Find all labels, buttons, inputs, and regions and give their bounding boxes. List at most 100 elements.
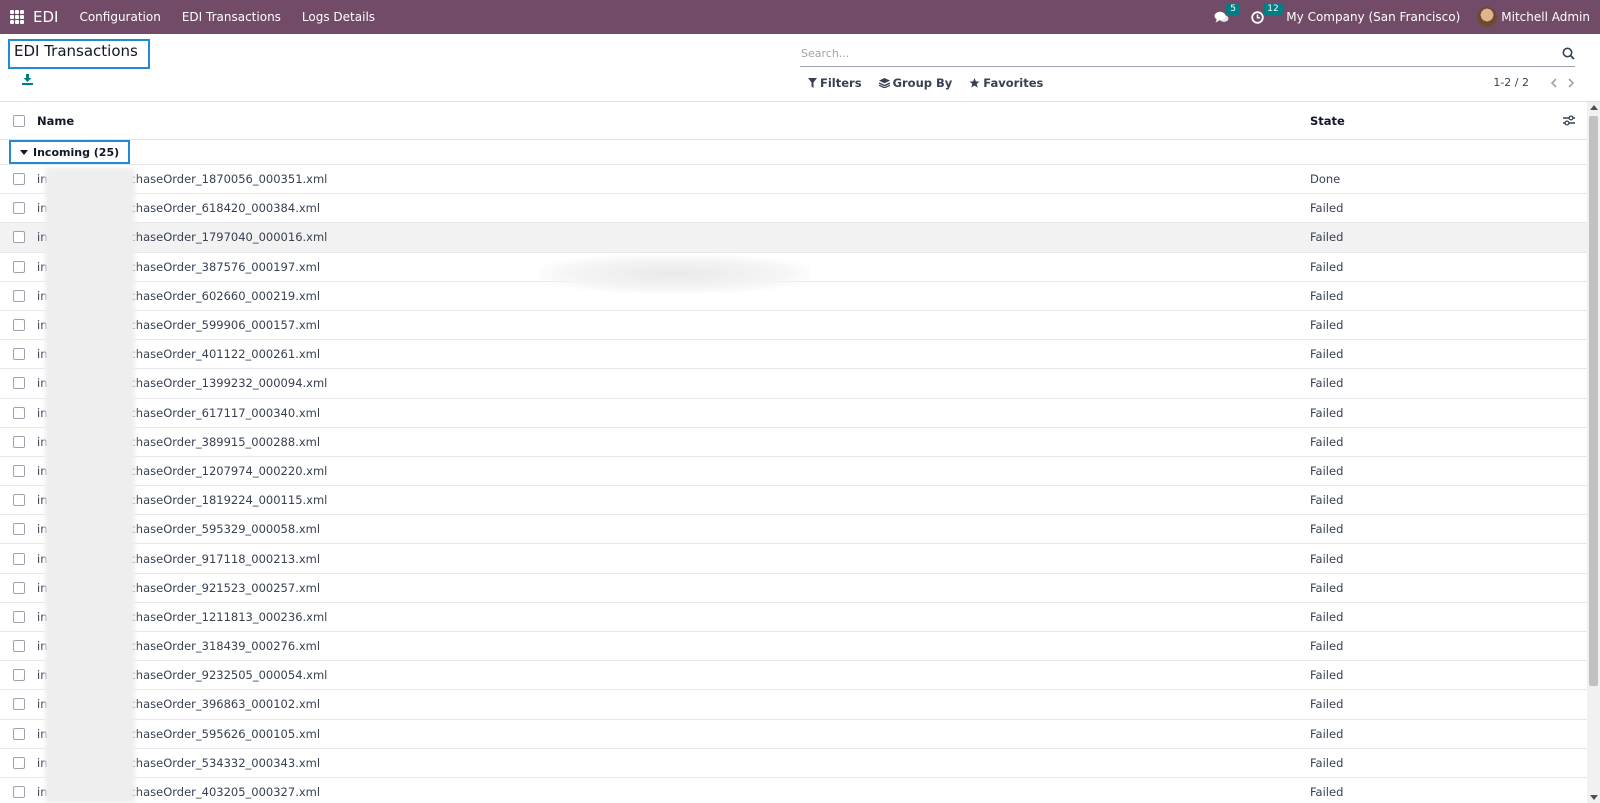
avatar[interactable] — [1477, 7, 1498, 27]
table-row[interactable]: in chaseOrder_1207974_000220.xml Failed — [0, 457, 1587, 487]
table-row[interactable]: in chaseOrder_9232505_000054.xml Failed — [0, 661, 1587, 691]
chevron-right-icon[interactable] — [1567, 77, 1575, 88]
table-row[interactable]: in chaseOrder_318439_000276.xml Failed — [0, 632, 1587, 662]
row-state: Failed — [1310, 551, 1344, 566]
search-icon[interactable] — [1562, 47, 1575, 60]
row-state: Failed — [1310, 347, 1344, 362]
row-checkbox[interactable] — [13, 202, 25, 215]
row-checkbox[interactable] — [13, 727, 25, 740]
table-row[interactable]: in chaseOrder_1797040_000016.xml Failed — [0, 223, 1587, 253]
row-state: Failed — [1310, 639, 1344, 654]
control-panel: EDI Transactions Filters Group By — [0, 34, 1600, 102]
chevron-left-icon[interactable] — [1550, 77, 1558, 88]
row-name-suffix: chaseOrder_595626_000105.xml — [129, 726, 321, 741]
group-by-label: Group By — [892, 76, 953, 90]
pager-value[interactable]: 1-2 / 2 — [1493, 76, 1529, 89]
row-checkbox[interactable] — [13, 173, 25, 186]
table-row[interactable]: in chaseOrder_1819224_000115.xml Failed — [0, 486, 1587, 516]
row-checkbox[interactable] — [13, 406, 25, 419]
column-header-name[interactable]: Name — [37, 114, 74, 128]
row-name-suffix: chaseOrder_1819224_000115.xml — [129, 493, 328, 508]
menu-configuration[interactable]: Configuration — [79, 10, 160, 24]
column-settings-icon[interactable] — [1563, 115, 1575, 126]
list-view: Name State Incoming (25) in chaseOrder_18… — [0, 102, 1587, 803]
scrollbar[interactable] — [1587, 102, 1600, 803]
redacted-overlay — [45, 168, 135, 803]
group-row-incoming[interactable]: Incoming (25) — [0, 140, 1587, 165]
row-state: Failed — [1310, 580, 1344, 595]
user-menu[interactable]: Mitchell Admin — [1501, 10, 1590, 24]
download-icon[interactable] — [22, 74, 33, 85]
row-name-suffix: chaseOrder_599906_000157.xml — [129, 318, 321, 333]
row-checkbox[interactable] — [13, 669, 25, 682]
row-checkbox[interactable] — [13, 610, 25, 623]
row-state: Failed — [1310, 609, 1344, 624]
row-checkbox[interactable] — [13, 494, 25, 507]
scroll-down-arrow[interactable] — [1590, 795, 1598, 800]
row-state: Failed — [1310, 434, 1344, 449]
select-all-checkbox[interactable] — [13, 114, 25, 127]
column-header-state[interactable]: State — [1310, 114, 1345, 128]
company-switcher[interactable]: My Company (San Francisco) — [1286, 10, 1460, 24]
row-checkbox[interactable] — [13, 698, 25, 711]
row-checkbox[interactable] — [13, 581, 25, 594]
activities-badge: 12 — [1263, 2, 1283, 15]
table-row[interactable]: in chaseOrder_1870056_000351.xml Done — [0, 165, 1587, 195]
activities-button[interactable]: 12 — [1251, 2, 1283, 24]
row-state: Failed — [1310, 522, 1344, 537]
row-checkbox[interactable] — [13, 552, 25, 565]
table-row[interactable]: in chaseOrder_599906_000157.xml Failed — [0, 311, 1587, 341]
table-row[interactable]: in chaseOrder_595329_000058.xml Failed — [0, 515, 1587, 545]
row-name-suffix: chaseOrder_534332_000343.xml — [129, 755, 321, 770]
table-row[interactable]: in chaseOrder_618420_000384.xml Failed — [0, 194, 1587, 224]
row-state: Failed — [1310, 463, 1344, 478]
row-checkbox[interactable] — [13, 464, 25, 477]
row-checkbox[interactable] — [13, 231, 25, 244]
row-checkbox[interactable] — [13, 786, 25, 799]
row-checkbox[interactable] — [13, 377, 25, 390]
table-row[interactable]: in chaseOrder_389915_000288.xml Failed — [0, 428, 1587, 457]
menu-logs-details[interactable]: Logs Details — [302, 10, 375, 24]
table-row[interactable]: in chaseOrder_401122_000261.xml Failed — [0, 340, 1587, 370]
table-row[interactable]: in chaseOrder_921523_000257.xml Failed — [0, 574, 1587, 603]
table-row[interactable]: in chaseOrder_595626_000105.xml Failed — [0, 720, 1587, 749]
row-state: Failed — [1310, 201, 1344, 216]
favorites-button[interactable]: Favorites — [969, 76, 1043, 90]
apps-grid-icon[interactable] — [10, 10, 24, 24]
table-row[interactable]: in chaseOrder_917118_000213.xml Failed — [0, 544, 1587, 574]
row-name-suffix: chaseOrder_595329_000058.xml — [129, 522, 321, 537]
row-checkbox[interactable] — [13, 260, 25, 273]
messages-button[interactable]: 5 — [1214, 2, 1241, 24]
table-row[interactable]: in chaseOrder_1211813_000236.xml Failed — [0, 603, 1587, 632]
row-checkbox[interactable] — [13, 319, 25, 332]
table-row[interactable]: in chaseOrder_396863_000102.xml Failed — [0, 690, 1587, 720]
filter-icon — [808, 78, 817, 88]
row-checkbox[interactable] — [13, 756, 25, 769]
row-checkbox[interactable] — [13, 640, 25, 653]
group-label-text: Incoming (25) — [33, 146, 120, 159]
row-checkbox[interactable] — [13, 435, 25, 448]
list-header: Name State — [0, 102, 1587, 140]
search-input[interactable] — [800, 47, 1562, 60]
row-checkbox[interactable] — [13, 523, 25, 536]
scroll-thumb[interactable] — [1589, 116, 1598, 686]
scroll-up-arrow[interactable] — [1590, 105, 1598, 110]
row-name-suffix: chaseOrder_618420_000384.xml — [129, 201, 321, 216]
row-state: Failed — [1310, 493, 1344, 508]
caret-down-icon — [20, 150, 28, 155]
row-name-suffix: chaseOrder_1207974_000220.xml — [129, 463, 328, 478]
row-state: Done — [1310, 172, 1341, 187]
group-by-button[interactable]: Group By — [878, 76, 953, 90]
search-options: Filters Group By Favorites — [808, 76, 1060, 90]
table-row[interactable]: in chaseOrder_617117_000340.xml Failed — [0, 399, 1587, 428]
table-row[interactable]: in chaseOrder_403205_000327.xml Failed — [0, 778, 1587, 803]
menu-edi-transactions[interactable]: EDI Transactions — [182, 10, 281, 24]
app-name[interactable]: EDI — [33, 8, 58, 26]
row-state: Failed — [1310, 230, 1344, 245]
filters-button[interactable]: Filters — [808, 76, 862, 90]
row-checkbox[interactable] — [13, 289, 25, 302]
table-row[interactable]: in chaseOrder_1399232_000094.xml Failed — [0, 369, 1587, 399]
table-row[interactable]: in chaseOrder_534332_000343.xml Failed — [0, 749, 1587, 778]
messages-badge: 5 — [1226, 2, 1241, 15]
row-checkbox[interactable] — [13, 348, 25, 361]
